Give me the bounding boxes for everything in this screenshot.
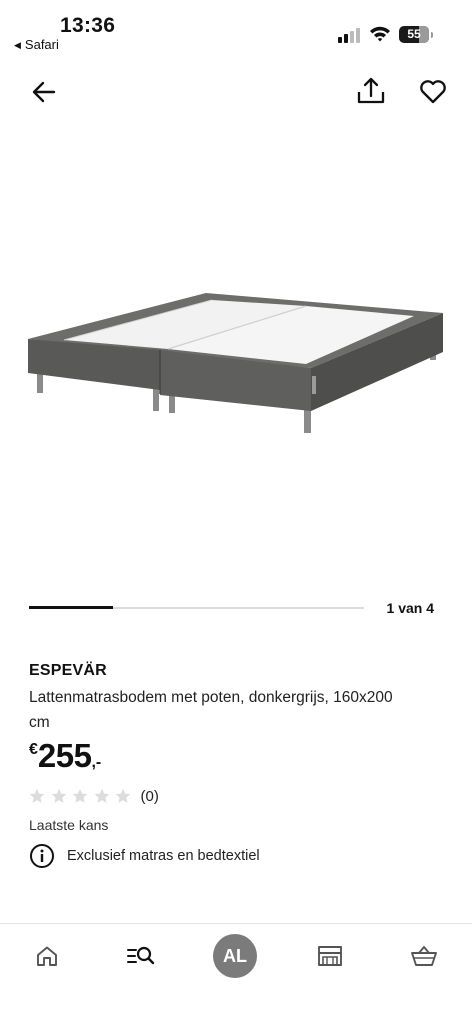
product-rating[interactable]: (0) [29,786,159,806]
bottom-tab-bar: AL [0,923,472,1025]
battery-level: 55 [407,27,421,41]
info-icon [30,844,54,868]
gallery-counter: 1 van 4 [386,600,434,616]
back-app-label: Safari [24,37,59,52]
info-text: Exclusief matras en bedtextiel [67,848,260,864]
product-description: Lattenmatrasbodem met poten, donkergrijs… [29,689,393,731]
price-currency: € [29,741,38,758]
back-to-safari-link[interactable]: ◀ Safari [14,37,59,52]
tab-search[interactable] [117,936,165,976]
product-image[interactable] [0,120,472,580]
price-main: 255 [37,737,92,774]
gallery-progress [29,606,364,609]
tab-account[interactable]: AL [211,934,259,978]
back-triangle-icon: ◀ [14,40,21,50]
status-time: 13:36 [60,14,116,37]
battery-nub [431,32,433,38]
bed-label [312,376,316,394]
store-icon [318,946,342,966]
tab-store[interactable] [306,936,354,976]
star-icon [51,788,66,803]
search-icon [127,946,155,965]
product-name: ESPEVÄR [29,662,107,679]
tab-basket[interactable] [400,936,448,976]
star-icon [115,788,131,803]
availability-status: Laatste kans [29,817,109,833]
bed-leg [37,373,43,393]
star-icon [29,788,45,803]
home-icon [37,946,57,966]
star-icon [94,788,109,803]
wifi-icon [370,26,390,42]
avatar: AL [213,934,257,978]
info-note[interactable]: Exclusief matras en bedtextiel [29,843,260,869]
status-bar: 13:36 ◀ Safari 55 [0,0,472,58]
bed-leg [304,408,311,433]
arrow-left-icon[interactable] [28,76,60,108]
battery-icon: 55 [399,26,429,43]
cellular-signal-icon [338,27,362,43]
rating-count: (0) [140,787,159,805]
share-icon[interactable] [354,74,388,108]
tab-home[interactable] [23,936,71,976]
product-price: €255,- [29,737,101,777]
basket-icon [411,946,437,966]
price-decimals: ,- [91,754,102,771]
star-icon [72,788,88,803]
heart-icon[interactable] [418,76,448,106]
gallery-progress-fill [29,606,113,609]
